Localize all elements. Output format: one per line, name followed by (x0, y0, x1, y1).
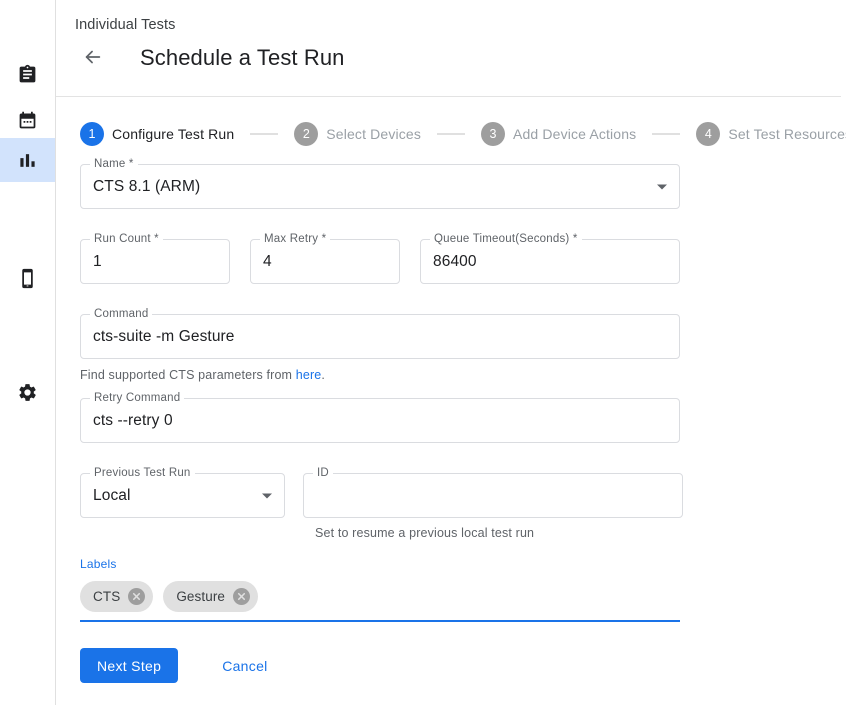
header-divider (56, 96, 841, 97)
step-label: Configure Test Run (112, 126, 234, 142)
next-step-button[interactable]: Next Step (80, 648, 178, 683)
previous-test-run-select[interactable]: Previous Test Run Local (80, 473, 285, 518)
retry-command-input[interactable]: Retry Command cts --retry 0 (80, 398, 680, 443)
label-chip-text: Gesture (176, 589, 225, 604)
step-label: Select Devices (326, 126, 421, 142)
retry-command-label: Retry Command (90, 392, 184, 404)
sidebar-item-test-runs[interactable] (0, 138, 55, 182)
retry-command-value: cts --retry 0 (93, 412, 173, 430)
sidebar-item-devices[interactable] (0, 256, 55, 300)
step-set-test-resources[interactable]: 4 Set Test Resources (696, 122, 846, 146)
run-count-input[interactable]: Run Count * 1 (80, 239, 230, 284)
chevron-down-icon[interactable] (657, 184, 667, 189)
name-label: Name * (90, 158, 138, 170)
command-value: cts-suite -m Gesture (93, 328, 235, 346)
step-connector (250, 133, 278, 135)
page-header: Individual Tests Schedule a Test Run (56, 0, 846, 96)
id-hint: Set to resume a previous local test run (315, 526, 683, 540)
step-connector (437, 133, 465, 135)
step-number: 4 (696, 122, 720, 146)
back-button[interactable] (75, 40, 111, 76)
step-label: Set Test Resources (728, 126, 846, 142)
queue-timeout-label: Queue Timeout(Seconds) * (430, 233, 582, 245)
step-number: 3 (481, 122, 505, 146)
page-title: Schedule a Test Run (140, 45, 345, 71)
stepper: 1 Configure Test Run 2 Select Devices 3 … (80, 122, 846, 146)
step-configure-test-run[interactable]: 1 Configure Test Run (80, 122, 234, 146)
main-content: Individual Tests Schedule a Test Run 1 (56, 0, 846, 705)
sidebar (0, 0, 56, 705)
form-actions: Next Step Cancel (80, 648, 820, 683)
queue-timeout-value: 86400 (433, 253, 477, 271)
id-label: ID (313, 467, 333, 479)
step-number: 2 (294, 122, 318, 146)
max-retry-value: 4 (263, 253, 272, 271)
clipboard-icon (17, 64, 38, 85)
numeric-fields-row: Run Count * 1 Max Retry * 4 Queue Timeou… (80, 239, 820, 284)
queue-timeout-input[interactable]: Queue Timeout(Seconds) * 86400 (420, 239, 680, 284)
command-hint-prefix: Find supported CTS parameters from (80, 368, 296, 382)
labels-chip-list[interactable]: CTS Gesture (80, 580, 680, 622)
name-select[interactable]: Name * CTS 8.1 (ARM) (80, 164, 680, 209)
app-root: Individual Tests Schedule a Test Run 1 (0, 0, 846, 705)
close-circle-icon[interactable] (233, 588, 250, 605)
configure-test-run-form: Name * CTS 8.1 (ARM) Run Count * 1 Max R… (80, 164, 820, 683)
command-hint-suffix: . (321, 368, 325, 382)
run-count-label: Run Count * (90, 233, 163, 245)
id-wrap: ID Set to resume a previous local test r… (303, 473, 683, 540)
label-chip[interactable]: CTS (80, 581, 153, 612)
arrow-left-icon (82, 46, 104, 71)
cts-parameters-link[interactable]: here (296, 368, 322, 382)
name-value: CTS 8.1 (ARM) (93, 178, 200, 196)
close-circle-icon[interactable] (128, 588, 145, 605)
gear-icon (17, 382, 38, 403)
command-label: Command (90, 308, 152, 320)
step-number: 1 (80, 122, 104, 146)
previous-test-run-value: Local (93, 487, 131, 505)
previous-run-row: Previous Test Run Local ID Set to resume… (80, 473, 820, 540)
sidebar-item-settings[interactable] (0, 370, 55, 414)
max-retry-input[interactable]: Max Retry * 4 (250, 239, 400, 284)
step-label: Add Device Actions (513, 126, 636, 142)
labels-caption: Labels (80, 557, 680, 571)
title-row: Schedule a Test Run (75, 40, 345, 76)
chevron-down-icon[interactable] (262, 493, 272, 498)
calendar-icon (17, 110, 38, 131)
step-connector (652, 133, 680, 135)
step-add-device-actions[interactable]: 3 Add Device Actions (481, 122, 636, 146)
bar-chart-icon (18, 151, 37, 170)
cancel-button[interactable]: Cancel (222, 658, 267, 674)
breadcrumb: Individual Tests (75, 17, 175, 33)
previous-test-run-wrap: Previous Test Run Local (80, 473, 285, 540)
max-retry-label: Max Retry * (260, 233, 330, 245)
run-count-value: 1 (93, 253, 102, 271)
id-input[interactable]: ID (303, 473, 683, 518)
label-chip[interactable]: Gesture (163, 581, 258, 612)
sidebar-item-test-plans[interactable] (0, 98, 55, 142)
label-chip-text: CTS (93, 589, 120, 604)
command-hint: Find supported CTS parameters from here. (80, 368, 820, 382)
command-input[interactable]: Command cts-suite -m Gesture (80, 314, 680, 359)
labels-field: Labels CTS Gesture (80, 557, 680, 622)
sidebar-item-test-suites[interactable] (0, 52, 55, 96)
previous-test-run-label: Previous Test Run (90, 467, 195, 479)
step-select-devices[interactable]: 2 Select Devices (294, 122, 421, 146)
phone-icon (17, 268, 38, 289)
